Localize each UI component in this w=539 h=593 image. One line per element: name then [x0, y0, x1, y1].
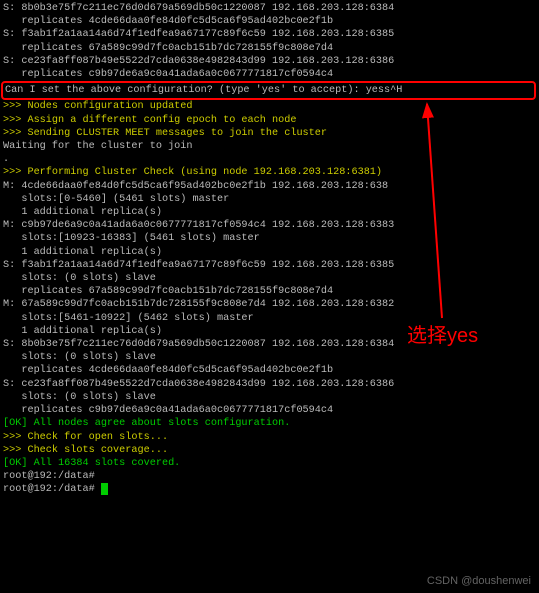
terminal-line: 1 additional replica(s) [3, 246, 536, 259]
terminal-line: slots:[0-5460] (5461 slots) master [3, 193, 536, 206]
cursor-icon [101, 483, 108, 495]
terminal-line: S: 8b0b3e75f7c211ec76d0d679a569db50c1220… [3, 2, 536, 15]
terminal-line: M: c9b97de6a9c0a41ada6a0c0677771817cf059… [3, 219, 536, 232]
shell-prompt[interactable]: root@192:/data# [3, 470, 536, 483]
terminal-line: S: f3ab1f2a1aa14a6d74f1edfea9a67177c89f6… [3, 259, 536, 272]
terminal-line: replicates c9b97de6a9c0a41ada6a0c0677771… [3, 68, 536, 81]
terminal-line: Waiting for the cluster to join [3, 140, 536, 153]
terminal-line: slots: (0 slots) slave [3, 272, 536, 285]
terminal-line: slots:[10923-16383] (5461 slots) master [3, 232, 536, 245]
terminal-ok-line: [OK] All 16384 slots covered. [3, 457, 536, 470]
terminal-line: . [3, 153, 536, 166]
terminal-line: >>> Performing Cluster Check (using node… [3, 166, 536, 179]
terminal-line: >>> Check for open slots... [3, 431, 536, 444]
terminal-line: >>> Nodes configuration updated [3, 100, 536, 113]
watermark-text: CSDN @doushenwei [427, 575, 531, 587]
terminal-line: replicates 67a589c99d7fc0acb151b7dc72815… [3, 285, 536, 298]
terminal-line: replicates c9b97de6a9c0a41ada6a0c0677771… [3, 404, 536, 417]
terminal-line: S: ce23fa8ff087b49e5522d7cda0638e4982843… [3, 378, 536, 391]
terminal-line: M: 4cde66daa0fe84d0fc5d5ca6f95ad402bc0e2… [3, 180, 536, 193]
terminal-line: slots: (0 slots) slave [3, 391, 536, 404]
terminal-line: replicates 67a589c99d7fc0acb151b7dc72815… [3, 42, 536, 55]
terminal-line: >>> Assign a different config epoch to e… [3, 114, 536, 127]
terminal-line: >>> Check slots coverage... [3, 444, 536, 457]
highlighted-prompt-box: Can I set the above configuration? (type… [1, 81, 536, 100]
shell-prompt[interactable]: root@192:/data# [3, 483, 536, 496]
terminal-line: S: f3ab1f2a1aa14a6d74f1edfea9a67177c89f6… [3, 28, 536, 41]
terminal-ok-line: [OK] All nodes agree about slots configu… [3, 417, 536, 430]
annotation-label: 选择yes [407, 319, 478, 348]
terminal-line: S: ce23fa8ff087b49e5522d7cda0638e4982843… [3, 55, 536, 68]
config-prompt-line: Can I set the above configuration? (type… [5, 84, 532, 97]
terminal-line: M: 67a589c99d7fc0acb151b7dc728155f9c808e… [3, 298, 536, 311]
terminal-line: replicates 4cde66daa0fe84d0fc5d5ca6f95ad… [3, 15, 536, 28]
terminal-line: 1 additional replica(s) [3, 206, 536, 219]
terminal-line: >>> Sending CLUSTER MEET messages to joi… [3, 127, 536, 140]
terminal-line: slots: (0 slots) slave [3, 351, 536, 364]
terminal-window[interactable]: S: 8b0b3e75f7c211ec76d0d679a569db50c1220… [0, 0, 539, 593]
terminal-line: replicates 4cde66daa0fe84d0fc5d5ca6f95ad… [3, 364, 536, 377]
